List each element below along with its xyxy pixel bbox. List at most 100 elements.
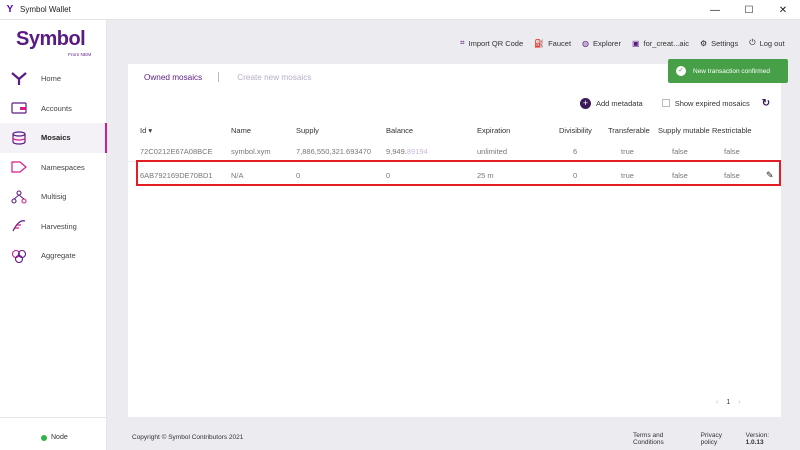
show-expired-checkbox[interactable]: Show expired mosaics <box>661 99 750 108</box>
logout-icon: ⏻ <box>749 38 756 47</box>
import-qr-label: Import QR Code <box>468 38 524 48</box>
close-icon[interactable]: ✕ <box>766 0 800 20</box>
home-icon <box>11 71 27 86</box>
mosaics-panel: Owned mosaics Create new mosaics + Add m… <box>128 64 781 417</box>
settings-button[interactable]: ⚙ Settings <box>700 39 738 48</box>
import-qr-button[interactable]: ⌗ Import QR Code <box>460 38 523 48</box>
sidebar-nav: Home Accounts Mosaics Namespaces Multisi… <box>0 64 107 271</box>
wallet-icon: ▣ <box>631 38 640 48</box>
cell-supply: 7,886,550,321.693470 <box>296 147 372 156</box>
sidebar: Symbol From NEM Home Accounts Mosaics Na… <box>0 20 107 450</box>
node-label: Node <box>51 434 68 441</box>
checkmark-icon: ✓ <box>676 66 686 76</box>
table-row[interactable]: 72C0212E67A08BCE symbol.xym 7,886,550,32… <box>128 142 781 162</box>
harvesting-icon <box>11 219 27 233</box>
cell-expiration: unlimited <box>477 147 508 156</box>
cell-balance: 9,949.89194 <box>386 147 428 156</box>
add-metadata-button[interactable]: + Add metadata <box>580 97 643 109</box>
account-label: for_creat...aic <box>643 38 689 48</box>
sidebar-item-label: Accounts <box>41 103 72 113</box>
sidebar-item-label: Namespaces <box>41 162 85 172</box>
tab-bar: Owned mosaics Create new mosaics <box>144 72 311 82</box>
cell-transferable: true <box>621 147 634 156</box>
explorer-button[interactable]: ◍ Explorer <box>582 39 621 48</box>
success-toast[interactable]: ✓ New transaction confirmed <box>668 59 788 83</box>
title-bar: Y Symbol Wallet — ☐ ✕ <box>0 0 800 20</box>
gear-icon: ⚙ <box>699 38 708 48</box>
window-controls: — ☐ ✕ <box>698 0 800 20</box>
tab-create-mosaics[interactable]: Create new mosaics <box>237 73 311 82</box>
mosaics-icon <box>11 131 27 145</box>
brand-tagline: From NEM <box>68 53 92 58</box>
table-actions: + Add metadata Show expired mosaics ↻ <box>580 97 770 109</box>
logout-label: Log out <box>759 38 785 48</box>
sidebar-item-label: Home <box>41 74 62 84</box>
cell-name: symbol.xym <box>231 147 271 156</box>
account-selector[interactable]: ▣ for_creat...aic <box>632 39 689 48</box>
col-balance[interactable]: Balance <box>386 126 413 135</box>
current-page[interactable]: 1 <box>726 399 730 406</box>
sidebar-footer: Node <box>0 417 107 450</box>
next-page-icon[interactable]: › <box>738 399 740 406</box>
explorer-label: Explorer <box>593 38 621 48</box>
qr-code-icon: ⌗ <box>460 38 465 47</box>
tag-icon <box>11 160 27 174</box>
terms-link[interactable]: Terms and Conditions <box>633 432 695 446</box>
sidebar-item-home[interactable]: Home <box>0 64 107 94</box>
cell-restrictable: false <box>724 147 740 156</box>
version-number: 1.0.13 <box>745 439 764 446</box>
brand-name: Symbol <box>16 28 86 50</box>
accounts-icon <box>11 101 27 115</box>
sidebar-item-harvesting[interactable]: Harvesting <box>0 212 107 242</box>
plus-icon: + <box>580 97 591 109</box>
col-name[interactable]: Name <box>231 126 251 135</box>
maximize-icon[interactable]: ☐ <box>732 0 766 20</box>
add-metadata-label: Add metadata <box>596 98 643 108</box>
footer-links: Terms and Conditions Privacy policy Vers… <box>633 432 800 446</box>
cell-supply-mutable: false <box>672 147 688 156</box>
col-restrictable[interactable]: Restrictable <box>712 126 752 135</box>
aggregate-icon <box>11 249 27 263</box>
sidebar-item-aggregate[interactable]: Aggregate <box>0 241 107 271</box>
col-transferable[interactable]: Transferable <box>608 126 650 135</box>
sidebar-item-label: Harvesting <box>41 221 77 231</box>
version-label: Version: 1.0.13 <box>746 432 794 446</box>
globe-icon: ◍ <box>582 38 590 48</box>
cell-id: 72C0212E67A08BCE <box>140 147 213 156</box>
faucet-button[interactable]: ⛽ Faucet <box>534 39 571 48</box>
sidebar-item-label: Mosaics <box>41 133 71 143</box>
tab-owned-mosaics[interactable]: Owned mosaics <box>144 73 202 82</box>
cell-divisibility: 6 <box>573 147 578 156</box>
refresh-icon[interactable]: ↻ <box>762 98 770 109</box>
pagination: ‹ 1 › <box>708 399 749 406</box>
checkbox-icon <box>661 99 670 107</box>
copyright: Copyright © Symbol Contributors 2021 <box>132 434 244 441</box>
minimize-icon[interactable]: — <box>698 0 732 20</box>
node-status[interactable]: Node <box>41 434 68 441</box>
node-status-dot-icon <box>41 434 47 441</box>
sidebar-item-label: Multisig <box>41 192 67 202</box>
sidebar-item-accounts[interactable]: Accounts <box>0 94 107 124</box>
toast-message: New transaction confirmed <box>693 67 770 75</box>
selection-highlight <box>136 160 781 186</box>
col-supply[interactable]: Supply <box>296 126 319 135</box>
col-supply-mutable[interactable]: Supply mutable <box>658 126 710 135</box>
window-title: Symbol Wallet <box>20 5 71 14</box>
brand-logo: Symbol From NEM <box>16 28 91 58</box>
version-prefix: Version: <box>745 432 770 439</box>
col-divisibility[interactable]: Divisibility <box>559 126 592 135</box>
sidebar-item-mosaics[interactable]: Mosaics <box>0 123 107 153</box>
col-id[interactable]: Id ▾ <box>140 126 152 135</box>
logout-button[interactable]: ⏻ Log out <box>749 38 784 48</box>
app-logo-icon: Y <box>6 3 14 15</box>
table-header: Id ▾ Name Supply Balance Expiration Divi… <box>128 126 781 138</box>
balance-integer: 9,949. <box>386 147 407 156</box>
sidebar-item-label: Aggregate <box>41 251 76 261</box>
multisig-icon <box>11 190 27 204</box>
col-expiration[interactable]: Expiration <box>477 126 510 135</box>
sidebar-item-multisig[interactable]: Multisig <box>0 182 107 212</box>
faucet-label: Faucet <box>548 38 572 48</box>
privacy-link[interactable]: Privacy policy <box>701 432 740 446</box>
sidebar-item-namespaces[interactable]: Namespaces <box>0 153 107 183</box>
prev-page-icon[interactable]: ‹ <box>716 399 718 406</box>
